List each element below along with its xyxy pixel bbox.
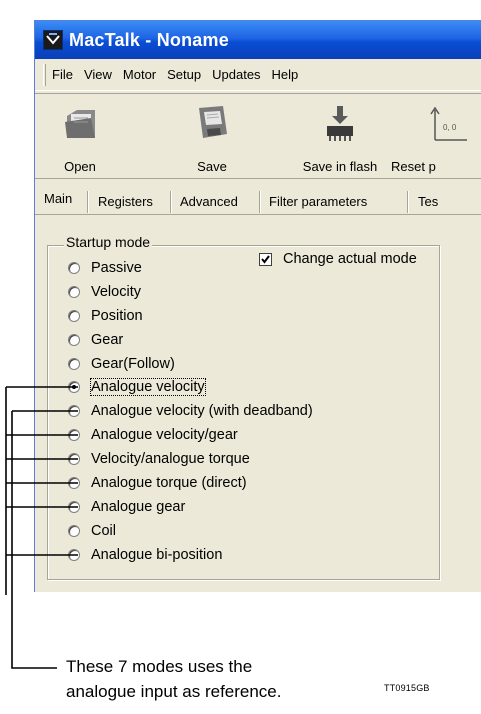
callout-note: These 7 modes uses the analogue input as… xyxy=(66,654,282,704)
callout-line-1: These 7 modes uses the xyxy=(66,657,253,676)
figure-code: TT0915GB xyxy=(384,683,430,693)
callout-line-2: analogue input as reference. xyxy=(66,682,282,701)
callout-bracket-lines xyxy=(5,386,78,669)
